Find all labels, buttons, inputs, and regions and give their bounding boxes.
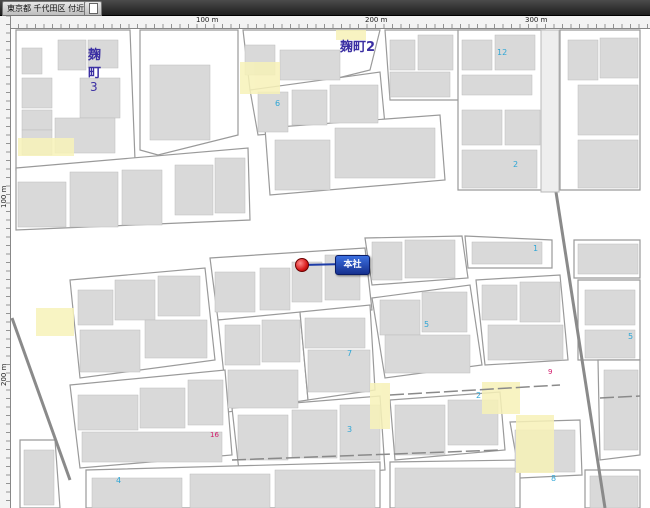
left-ruler: 100 m 200 m [0, 16, 11, 508]
block-number-red: 16 [210, 431, 219, 439]
marker-label[interactable]: 本社 [335, 255, 370, 275]
block-number: 5 [424, 320, 430, 329]
block-number: 2 [513, 160, 519, 169]
left-ruler-label-100: 100 m [0, 185, 8, 208]
marker-label-text: 本社 [343, 260, 362, 270]
block-number: 5 [628, 332, 634, 341]
block-number-red: 9 [548, 368, 553, 376]
top-ruler: 100 m 200 m 300 m [10, 16, 650, 29]
location-pin-icon[interactable] [295, 258, 309, 272]
district-label-kojimachi3-char2: 町 [88, 66, 102, 81]
district-label-kojimachi3-number: 3 [90, 80, 98, 94]
left-ruler-label-200: 200 m [0, 363, 8, 386]
map-tab-label: 東京都 千代田区 付近 [7, 4, 85, 13]
block-number: 6 [275, 99, 281, 108]
page-icon [89, 3, 98, 14]
district-label-kojimachi3-char1: 麹 [88, 48, 102, 63]
top-ruler-label-300: 300 m [525, 16, 548, 24]
top-ruler-label-100: 100 m [196, 16, 219, 24]
top-ruler-ticks [10, 24, 648, 28]
left-ruler-ticks [6, 16, 10, 501]
map-canvas[interactable]: 麹 町 3 麹町2 12 6 2 1 5 7 5 2 3 4 8 9 16 本社 [11, 29, 650, 508]
top-ruler-label-200: 200 m [365, 16, 388, 24]
block-number: 12 [497, 48, 508, 57]
title-bar: 東京都 千代田区 付近 [0, 0, 650, 16]
new-page-tab[interactable] [84, 1, 102, 16]
map-tab[interactable]: 東京都 千代田区 付近 [2, 1, 90, 16]
block-number: 8 [551, 474, 557, 483]
elevated-road [540, 29, 560, 193]
district-label-kojimachi2: 麹町2 [340, 40, 376, 55]
block-number: 4 [116, 476, 122, 485]
block-number: 7 [347, 349, 353, 358]
block-number: 2 [476, 391, 482, 400]
block-number: 1 [533, 244, 539, 253]
block-number: 3 [347, 425, 353, 434]
